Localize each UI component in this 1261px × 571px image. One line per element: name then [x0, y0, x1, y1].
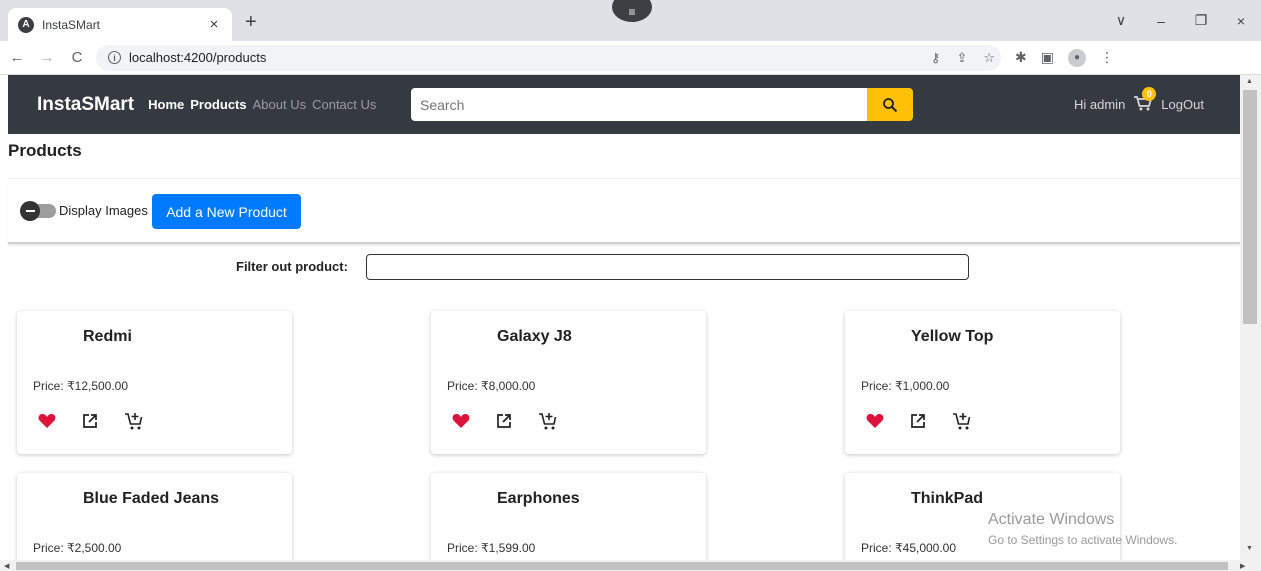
open-external-icon[interactable] — [496, 413, 512, 434]
browser-tab[interactable]: A InstaSMart × — [8, 8, 232, 41]
toggle-knob — [20, 201, 40, 221]
horizontal-scroll-thumb[interactable] — [16, 562, 1228, 570]
heart-icon[interactable] — [38, 413, 56, 434]
product-price: Price: ₹1,599.00 — [447, 541, 536, 555]
product-card[interactable]: Galaxy J8 Price: ₹8,000.00 — [431, 311, 706, 454]
page-title: Products — [8, 141, 82, 160]
add-to-cart-icon[interactable] — [538, 411, 558, 436]
reload-icon[interactable]: C — [64, 49, 90, 66]
add-product-button[interactable]: Add a New Product — [152, 194, 301, 229]
open-external-icon[interactable] — [910, 413, 926, 434]
url-field[interactable]: i localhost:4200/products ⚷ ⇪ ☆ — [96, 44, 1001, 71]
filter-input[interactable] — [366, 254, 969, 280]
address-bar-row: ← → C i localhost:4200/products ⚷ ⇪ ☆ ✱ … — [0, 41, 1261, 75]
brand-logo[interactable]: InstaSMart — [37, 94, 134, 116]
card-actions — [38, 411, 144, 436]
nav-link-products[interactable]: Products — [190, 97, 252, 112]
product-name: Yellow Top — [911, 328, 994, 345]
nav-link-home[interactable]: Home — [148, 97, 190, 112]
minimize-button[interactable]: – — [1141, 13, 1181, 29]
add-to-cart-icon[interactable] — [124, 411, 144, 436]
product-card[interactable]: Blue Faded Jeans Price: ₹2,500.00 — [17, 473, 292, 571]
heart-icon[interactable] — [866, 413, 884, 434]
key-icon[interactable]: ⚷ — [931, 50, 941, 66]
display-images-toggle[interactable] — [20, 201, 56, 221]
search-button[interactable] — [867, 88, 913, 121]
card-actions — [866, 411, 972, 436]
close-window-button[interactable]: × — [1221, 13, 1261, 29]
forward-icon[interactable]: → — [34, 49, 60, 66]
nav-link-contact-us[interactable]: Contact Us — [312, 97, 382, 112]
scroll-left-arrow-icon[interactable]: ◀ — [4, 562, 9, 570]
product-name: Redmi — [83, 328, 132, 345]
scroll-up-arrow-icon[interactable]: ▲ — [1246, 78, 1253, 85]
restore-button[interactable]: ❐ — [1181, 12, 1221, 29]
product-name: Galaxy J8 — [497, 328, 572, 345]
activate-windows-watermark: Activate Windows Go to Settings to activ… — [988, 511, 1177, 547]
products-toolbar: Display Images Add a New Product — [8, 179, 1240, 244]
cart-button[interactable]: 0 — [1133, 87, 1157, 113]
vertical-scroll-thumb[interactable] — [1243, 90, 1257, 324]
product-price: Price: ₹1,000.00 — [861, 379, 950, 393]
watermark-line-2: Go to Settings to activate Windows. — [988, 533, 1178, 547]
nav-links: Home Products About Us Contact Us — [148, 97, 382, 112]
side-panel-icon[interactable]: ▣ — [1041, 49, 1054, 66]
menu-handle-icon[interactable]: ≡ — [612, 0, 652, 22]
app-navbar: InstaSMart Home Products About Us Contac… — [8, 75, 1240, 134]
search-group — [411, 88, 913, 121]
product-price: Price: ₹12,500.00 — [33, 379, 129, 393]
watermark-line-1: Activate Windows — [988, 511, 1115, 528]
browser-tab-strip: A InstaSMart × + ≡ ∨ – ❐ × — [0, 0, 1261, 41]
add-to-cart-icon[interactable] — [952, 411, 972, 436]
back-icon[interactable]: ← — [4, 49, 30, 66]
cart-count-badge: 0 — [1142, 87, 1157, 101]
url-text: localhost:4200/products — [129, 50, 267, 65]
search-input[interactable] — [411, 88, 867, 121]
browser-menu-icon[interactable]: ⋮ — [1100, 49, 1114, 66]
search-icon — [883, 97, 898, 112]
user-area: Hi admin 0 LogOut — [1074, 87, 1204, 113]
card-actions — [452, 411, 558, 436]
angular-favicon-icon: A — [18, 16, 34, 33]
tab-title: InstaSMart — [42, 17, 101, 32]
product-name: ThinkPad — [911, 490, 984, 507]
product-name: Blue Faded Jeans — [83, 490, 220, 507]
product-card[interactable]: Yellow Top Price: ₹1,000.00 — [845, 311, 1120, 454]
filter-label: Filter out product: — [236, 259, 348, 274]
tab-search-button[interactable]: ∨ — [1101, 12, 1141, 29]
nav-link-about-us[interactable]: About Us — [253, 97, 312, 112]
scroll-right-arrow-icon[interactable]: ▶ — [1240, 562, 1245, 570]
product-price: Price: ₹45,000.00 — [861, 541, 957, 555]
profile-avatar-icon[interactable]: ● — [1067, 48, 1086, 67]
window-controls: ∨ – ❐ × — [1101, 0, 1261, 41]
site-info-icon[interactable]: i — [108, 51, 121, 64]
bookmark-star-icon[interactable]: ☆ — [983, 50, 995, 66]
greeting-text: Hi admin — [1074, 96, 1126, 112]
product-price: Price: ₹8,000.00 — [447, 379, 536, 393]
new-tab-button[interactable]: + — [245, 12, 257, 32]
logout-link[interactable]: LogOut — [1161, 97, 1204, 112]
product-card[interactable]: Redmi Price: ₹12,500.00 — [17, 311, 292, 454]
share-icon[interactable]: ⇪ — [956, 50, 967, 66]
extensions-icon[interactable]: ✱ — [1015, 49, 1027, 66]
heart-icon[interactable] — [452, 413, 470, 434]
open-external-icon[interactable] — [82, 413, 98, 434]
display-images-label: Display Images — [59, 203, 148, 218]
product-price: Price: ₹2,500.00 — [33, 541, 122, 555]
tab-close-icon[interactable]: × — [206, 16, 222, 33]
scroll-down-arrow-icon[interactable]: ▼ — [1246, 545, 1253, 552]
product-card[interactable]: Earphones Price: ₹1,599.00 — [431, 473, 706, 571]
product-name: Earphones — [497, 490, 580, 507]
